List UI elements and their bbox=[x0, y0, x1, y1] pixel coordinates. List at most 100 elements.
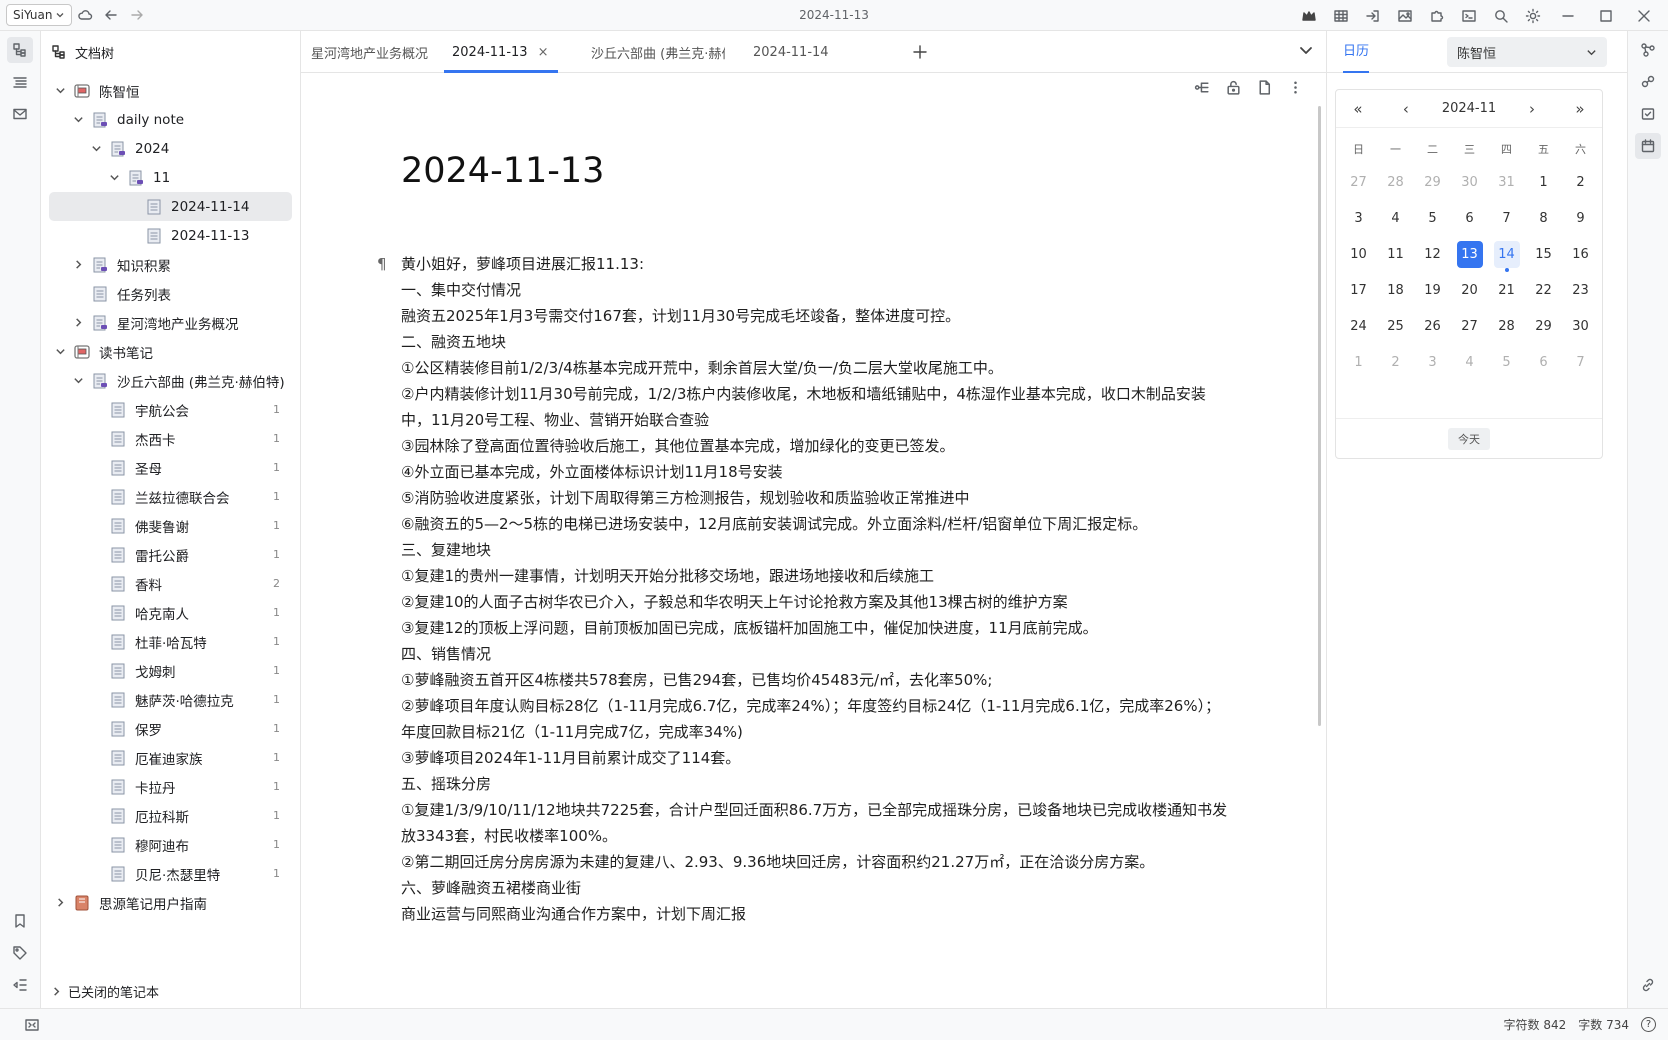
calendar-day[interactable]: 19 bbox=[1420, 277, 1446, 304]
dock-link-button[interactable] bbox=[1635, 972, 1661, 998]
tree-item[interactable]: 杜菲·哈瓦特 1 bbox=[49, 627, 292, 656]
tree-item[interactable]: 宇航公会 1 bbox=[49, 395, 292, 424]
tab-dune[interactable]: 沙丘六部曲 (弗兰克·赫伯 bbox=[591, 31, 725, 73]
search-button[interactable] bbox=[1488, 3, 1514, 29]
calendar-day[interactable]: 10 bbox=[1346, 241, 1372, 268]
chevron-right-icon[interactable] bbox=[51, 894, 69, 912]
calendar-day[interactable]: 11 bbox=[1383, 241, 1409, 268]
calendar-day[interactable]: 4 bbox=[1383, 205, 1409, 232]
import-button[interactable] bbox=[1360, 3, 1386, 29]
calendar-day-today[interactable]: 13 bbox=[1456, 241, 1483, 268]
help-icon[interactable]: ? bbox=[1641, 1017, 1656, 1032]
paragraph[interactable]: ②户内精装修计划11月30号前完成，1/2/3栋户内装修收尾，木地板和墙纸铺贴中… bbox=[401, 381, 1231, 433]
calendar-day[interactable]: 5 bbox=[1420, 205, 1446, 232]
dock-graph-button[interactable] bbox=[1635, 37, 1661, 63]
calendar-day[interactable]: 20 bbox=[1457, 277, 1483, 304]
chevron-right-icon[interactable] bbox=[69, 314, 87, 332]
dock-inbox-button[interactable] bbox=[7, 101, 33, 127]
image-button[interactable] bbox=[1392, 3, 1418, 29]
tree-item[interactable]: 魅萨茨·哈德拉克 1 bbox=[49, 685, 292, 714]
tree-item[interactable]: 11 bbox=[49, 163, 292, 192]
calendar-tab[interactable]: 日历 bbox=[1343, 31, 1370, 73]
calendar-day[interactable]: 9 bbox=[1568, 205, 1594, 232]
maximize-button[interactable] bbox=[1590, 3, 1622, 29]
tree-item[interactable]: 知识积累 bbox=[49, 250, 292, 279]
theme-button[interactable] bbox=[1520, 3, 1546, 29]
terminal-button[interactable] bbox=[1456, 3, 1482, 29]
paragraph[interactable]: 三、复建地块 bbox=[401, 537, 1231, 563]
tree-item[interactable]: 兰兹拉德联合会 1 bbox=[49, 482, 292, 511]
paragraph[interactable]: ③复建12的顶板上浮问题，目前顶板加固已完成，底板锚杆加固施工中，催促加快进度，… bbox=[401, 615, 1231, 641]
calendar-day[interactable]: 23 bbox=[1568, 277, 1594, 304]
calendar-day[interactable]: 15 bbox=[1531, 241, 1557, 268]
graph-icon[interactable] bbox=[1194, 79, 1211, 96]
tab-list-button[interactable] bbox=[1298, 42, 1314, 58]
tree-item[interactable]: 厄崔迪家族 1 bbox=[49, 743, 292, 772]
paragraph[interactable]: ⑥融资五的5—2～5栋的电梯已进场安装中，12月底前安装调试完成。外立面涂料/栏… bbox=[401, 511, 1231, 537]
tree-item[interactable]: 星河湾地产业务概况 bbox=[49, 308, 292, 337]
app-menu-button[interactable]: SiYuan bbox=[6, 4, 73, 26]
paragraph[interactable]: ③园林除了登高面位置待验收后施工，其他位置基本完成，增加绿化的变更已签发。 bbox=[401, 433, 1231, 459]
paragraph[interactable]: 融资五2025年1月3号需交付167套，计划11月30号完成毛坯竣备，整体进度可… bbox=[401, 303, 1231, 329]
file-icon[interactable] bbox=[1256, 79, 1273, 96]
calendar-day[interactable]: 31 bbox=[1494, 169, 1520, 196]
paragraph[interactable]: ①萝峰融资五首开区4栋楼共578套房，已售294套，已售均价45483元/㎡，去… bbox=[401, 667, 1231, 693]
paragraph[interactable]: ③萝峰项目2024年1-11月目前累计成交了114套。 bbox=[401, 745, 1231, 771]
chevron-down-icon[interactable] bbox=[69, 111, 87, 129]
chevron-down-icon[interactable] bbox=[69, 372, 87, 390]
calendar-day[interactable]: 1 bbox=[1346, 349, 1372, 376]
calendar-day[interactable]: 7 bbox=[1494, 205, 1520, 232]
calendar-day[interactable]: 18 bbox=[1383, 277, 1409, 304]
forward-button[interactable] bbox=[124, 2, 150, 28]
tree-item[interactable]: 保罗 1 bbox=[49, 714, 292, 743]
calendar-day[interactable]: 30 bbox=[1457, 169, 1483, 196]
calendar-day[interactable]: 30 bbox=[1568, 313, 1594, 340]
paragraph[interactable]: 五、摇珠分房 bbox=[401, 771, 1231, 797]
tree-item[interactable]: 2024-11-14 bbox=[49, 192, 292, 221]
tree-item[interactable]: 杰西卡 1 bbox=[49, 424, 292, 453]
tree-item[interactable]: 雷托公爵 1 bbox=[49, 540, 292, 569]
tree-item[interactable]: 圣母 1 bbox=[49, 453, 292, 482]
tree-item[interactable]: 2024 bbox=[49, 134, 292, 163]
calendar-day[interactable]: 27 bbox=[1346, 169, 1372, 196]
paragraph[interactable]: ①复建1的贵州一建事情，计划明天开始分批移交场地，跟进场地接收和后续施工 bbox=[401, 563, 1231, 589]
paragraph[interactable]: ②第二期回迁房分房房源为未建的复建八、2.93、9.36地块回迁房，计容面积约2… bbox=[401, 849, 1231, 875]
calendar-day[interactable]: 2 bbox=[1383, 349, 1409, 376]
calendar-day[interactable]: 5 bbox=[1494, 349, 1520, 376]
tree-item[interactable]: 哈克南人 1 bbox=[49, 598, 292, 627]
calendar-day[interactable]: 29 bbox=[1420, 169, 1446, 196]
database-button[interactable] bbox=[1328, 3, 1354, 29]
next-month-button[interactable]: › bbox=[1520, 100, 1544, 118]
calendar-day[interactable]: 6 bbox=[1531, 349, 1557, 376]
calendar-day[interactable]: 8 bbox=[1531, 205, 1557, 232]
tree-item[interactable]: 穆阿迪布 1 bbox=[49, 830, 292, 859]
paragraph[interactable]: 黄小姐好，萝峰项目进展汇报11.13: bbox=[401, 251, 1231, 277]
tree-item[interactable]: 佛斐鲁谢 1 bbox=[49, 511, 292, 540]
back-button[interactable] bbox=[98, 2, 124, 28]
dock-bookmark-button[interactable] bbox=[7, 908, 33, 934]
calendar-day[interactable]: 28 bbox=[1494, 313, 1520, 340]
calendar-day[interactable]: 24 bbox=[1346, 313, 1372, 340]
calendar-day[interactable]: 3 bbox=[1420, 349, 1446, 376]
paragraph[interactable]: ⑤消防验收进度紧张，计划下周取得第三方检测报告，规划验收和质监验收正常推进中 bbox=[401, 485, 1231, 511]
tree-item[interactable]: daily note bbox=[49, 105, 292, 134]
tab-2024-11-13[interactable]: 2024-11-13 × bbox=[444, 31, 558, 73]
tab-xinghewan[interactable]: 星河湾地产业务概况 bbox=[311, 31, 451, 73]
tree-item[interactable]: 沙丘六部曲 (弗兰克·赫伯特) bbox=[49, 366, 292, 395]
tree-item[interactable]: 陈智恒 bbox=[49, 76, 292, 105]
paragraph[interactable]: 二、融资五地块 bbox=[401, 329, 1231, 355]
tab-2024-11-14[interactable]: 2024-11-14 bbox=[753, 31, 853, 73]
paragraph-handle-icon[interactable]: ¶ bbox=[377, 251, 387, 277]
calendar-day[interactable]: 25 bbox=[1383, 313, 1409, 340]
chevron-down-icon[interactable] bbox=[105, 169, 123, 187]
calendar-day[interactable]: 1 bbox=[1531, 169, 1557, 196]
tab-close-icon[interactable]: × bbox=[538, 45, 549, 60]
tree-item[interactable]: 读书笔记 bbox=[49, 337, 292, 366]
tree-item[interactable]: 思源笔记用户指南 bbox=[49, 888, 292, 917]
notebook-select[interactable]: 陈智恒 bbox=[1447, 37, 1607, 67]
calendar-day[interactable]: 3 bbox=[1346, 205, 1372, 232]
calendar-day[interactable]: 6 bbox=[1457, 205, 1483, 232]
dock-backlink-button[interactable] bbox=[7, 972, 33, 998]
next-year-button[interactable]: » bbox=[1568, 100, 1592, 118]
chevron-down-icon[interactable] bbox=[51, 82, 69, 100]
